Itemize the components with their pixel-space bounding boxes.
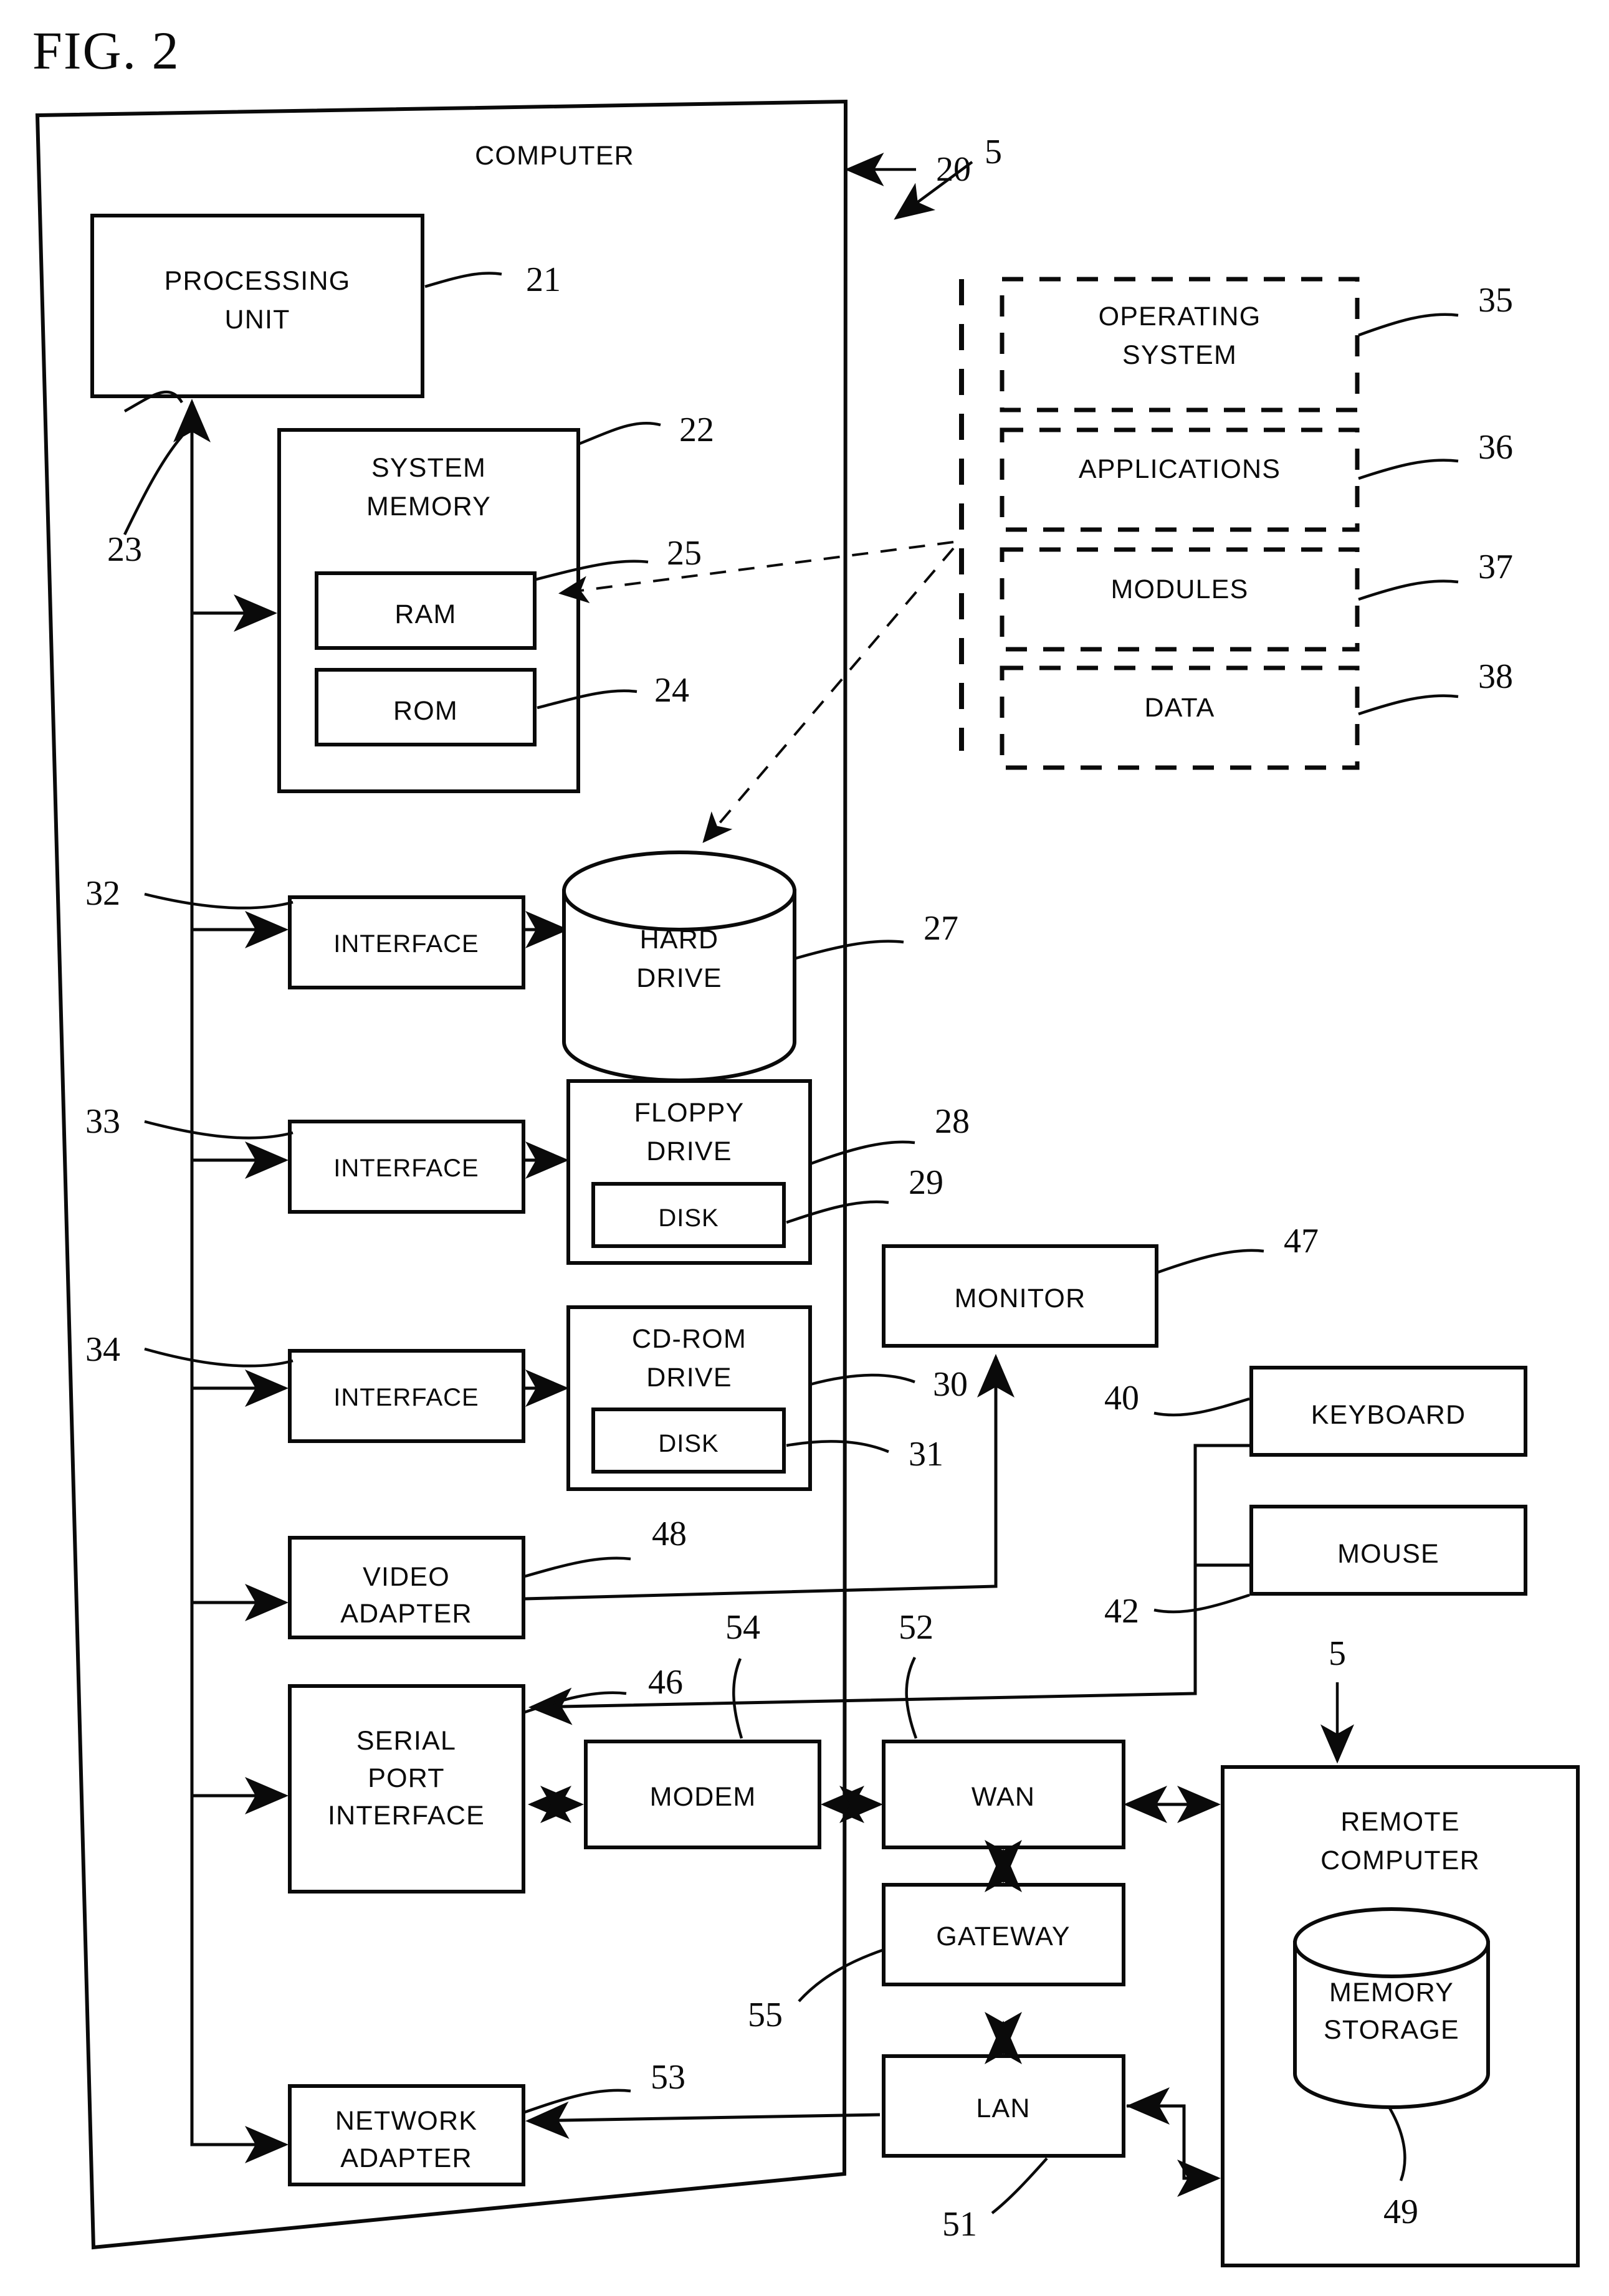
figure-title: FIG. 2 (32, 21, 180, 80)
ref-30: 30 (933, 1365, 968, 1404)
ref-32: 32 (85, 874, 120, 913)
network-adapter-label-2: ADAPTER (340, 2143, 472, 2173)
computer-label: COMPUTER (475, 141, 634, 171)
processing-unit-label-1: PROCESSING (165, 266, 351, 296)
ref-5-local: 5 (985, 133, 1002, 171)
hard-drive-label-1: HARD (640, 925, 719, 955)
memory-storage-label-1: MEMORY (1329, 1978, 1454, 2008)
ref-34: 34 (85, 1330, 120, 1369)
ref-36: 36 (1478, 428, 1513, 467)
ref-31: 31 (909, 1435, 943, 1474)
remote-computer-label-1: REMOTE (1340, 1807, 1459, 1837)
applications-label: APPLICATIONS (1079, 454, 1281, 484)
ref-38: 38 (1478, 657, 1513, 696)
video-adapter-label-2: ADAPTER (340, 1599, 472, 1629)
ram-label: RAM (394, 599, 456, 629)
mouse-label: MOUSE (1337, 1539, 1440, 1569)
memory-storage-label-2: STORAGE (1324, 2015, 1459, 2045)
software-to-harddrive-pointer (702, 547, 955, 844)
ref-53: 53 (651, 2058, 685, 2097)
ref-52: 52 (899, 1608, 933, 1647)
ref-37: 37 (1478, 548, 1513, 586)
lan-label: LAN (976, 2094, 1030, 2123)
hdd-interface-label: INTERFACE (333, 930, 479, 958)
cdrom-interface-label: INTERFACE (333, 1384, 479, 1411)
gateway-label: GATEWAY (936, 1922, 1070, 1951)
ref-22: 22 (679, 411, 714, 449)
ref-23: 23 (107, 530, 142, 569)
ref-25: 25 (667, 534, 702, 573)
video-adapter-label-1: VIDEO (363, 1562, 450, 1592)
ref-5-remote: 5 (1329, 1634, 1346, 1673)
serial-port-interface-label-2: PORT (368, 1763, 444, 1793)
floppy-drive-label-2: DRIVE (646, 1136, 732, 1166)
data-label: DATA (1144, 693, 1215, 723)
operating-system-label-1: OPERATING (1099, 302, 1261, 331)
ref-55: 55 (748, 1996, 783, 2034)
ref-24: 24 (654, 671, 689, 710)
ref-49: 49 (1383, 2193, 1418, 2231)
software-to-ram-pointer (558, 541, 954, 604)
remote-computer-label-2: COMPUTER (1320, 1846, 1480, 1875)
lan-to-remote-link-out (1127, 2104, 1221, 2197)
ref-28: 28 (935, 1102, 970, 1141)
ref-29: 29 (909, 1163, 943, 1202)
lan-to-network-adapter-link (525, 2101, 881, 2139)
memory-storage-cylinder (1293, 1907, 1490, 2109)
floppy-drive-label-1: FLOPPY (634, 1098, 745, 1128)
system-memory-label-2: MEMORY (366, 492, 491, 522)
ref-42: 42 (1104, 1592, 1139, 1631)
ref-27: 27 (924, 909, 958, 948)
bus-to-network-adapter (190, 2087, 289, 2163)
modem-label: MODEM (650, 1782, 757, 1812)
cdrom-drive-label-1: CD-ROM (632, 1324, 747, 1354)
ref-20: 20 (936, 150, 971, 189)
ref-40: 40 (1104, 1379, 1139, 1417)
hard-drive-label-2: DRIVE (636, 963, 722, 993)
ref-54: 54 (725, 1608, 760, 1647)
ref-51: 51 (942, 2205, 977, 2244)
keyboard-label: KEYBOARD (1311, 1400, 1466, 1430)
floppy-interface-label: INTERFACE (333, 1155, 479, 1182)
ref-47: 47 (1284, 1222, 1319, 1260)
ref-33: 33 (85, 1102, 120, 1141)
ref-46: 46 (648, 1663, 683, 1702)
cdrom-disk-label: DISK (658, 1430, 719, 1457)
processing-unit-label-2: UNIT (224, 305, 290, 335)
monitor-label: MONITOR (955, 1284, 1086, 1313)
ref-48: 48 (652, 1515, 687, 1553)
serial-port-interface-label-1: SERIAL (356, 1726, 456, 1756)
modules-label: MODULES (1110, 574, 1248, 604)
ref-35: 35 (1478, 281, 1513, 320)
serial-port-interface-label-3: INTERFACE (328, 1801, 485, 1831)
network-adapter-label-1: NETWORK (335, 2106, 477, 2136)
ref-21: 21 (526, 260, 561, 299)
rom-label: ROM (393, 696, 458, 726)
figure-2-diagram: FIG. 2 COMPUTER 20 PROCESSING UNIT 21 23… (32, 21, 1580, 2267)
patent-figure-page: FIG. 2 COMPUTER 20 PROCESSING UNIT 21 23… (0, 0, 1609, 2296)
cdrom-drive-label-2: DRIVE (646, 1363, 732, 1393)
system-memory-label-1: SYSTEM (371, 453, 486, 483)
wan-label: WAN (972, 1782, 1035, 1812)
operating-system-label-2: SYSTEM (1122, 340, 1237, 370)
floppy-disk-label: DISK (658, 1204, 719, 1232)
